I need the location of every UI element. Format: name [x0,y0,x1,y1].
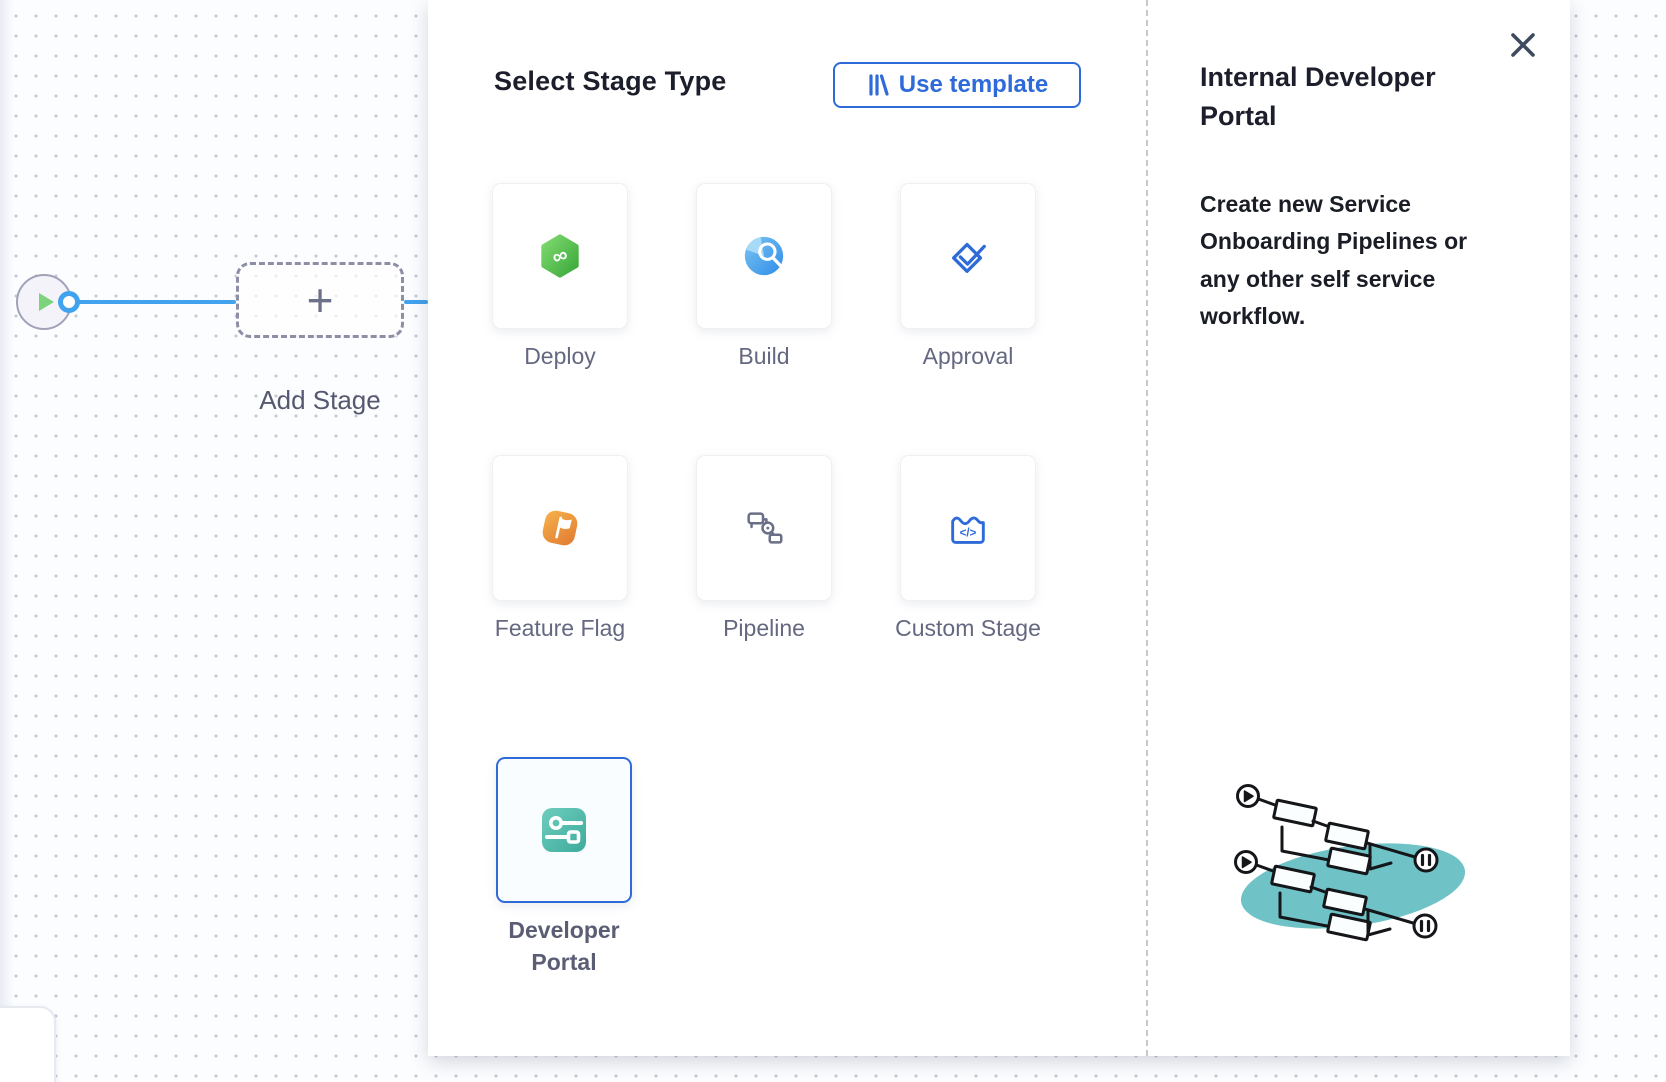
use-template-label: Use template [899,71,1048,99]
play-icon [27,285,61,319]
plus-icon: + [307,277,334,323]
stage-label-build: Build [689,341,839,373]
approval-icon [945,233,991,279]
canvas-edge-tint [0,0,14,1082]
developer-portal-icon [540,806,588,854]
custom-stage-icon: </> [945,505,991,551]
stage-label-deploy: Deploy [485,341,635,373]
stage-card-build[interactable] [696,183,832,329]
stage-label-approval: Approval [893,341,1043,373]
stage-card-feature-flag[interactable] [492,455,628,601]
stage-label-pipeline: Pipeline [689,613,839,645]
feature-flag-icon [537,505,583,551]
stage-label-developer-portal: Developer Portal [489,915,639,978]
stage-card-custom-stage[interactable]: </> [900,455,1036,601]
build-icon [741,233,787,279]
close-icon [1506,28,1540,62]
add-stage-label: Add Stage [220,385,420,416]
pipeline-node-partial [0,1006,56,1082]
modal-title: Select Stage Type [494,66,727,97]
template-library-icon [866,72,890,98]
stage-card-approval[interactable] [900,183,1036,329]
pipeline-illustration [1233,783,1483,963]
detail-panel-title: Internal Developer Portal [1200,58,1500,136]
stage-card-developer-portal[interactable] [496,757,632,903]
close-button[interactable] [1506,28,1540,62]
use-template-button[interactable]: Use template [833,62,1081,108]
modal-section-divider [1146,0,1148,1056]
stage-card-pipeline[interactable] [696,455,832,601]
stage-label-feature-flag: Feature Flag [485,613,635,645]
svg-text:</>: </> [960,528,977,540]
pipeline-connector-line-2 [404,300,428,304]
add-stage-button[interactable]: + [236,262,404,338]
pipeline-connector-line [69,300,236,304]
stage-card-deploy[interactable]: ∞ [492,183,628,329]
select-stage-modal: Select Stage Type Use template ∞ Deploy … [428,0,1570,1056]
pipeline-icon [741,505,787,551]
deploy-icon: ∞ [537,233,583,279]
pipeline-connector-port [58,291,80,313]
stage-label-custom-stage: Custom Stage [893,613,1043,645]
detail-panel-description: Create new Service Onboarding Pipelines … [1200,186,1504,336]
